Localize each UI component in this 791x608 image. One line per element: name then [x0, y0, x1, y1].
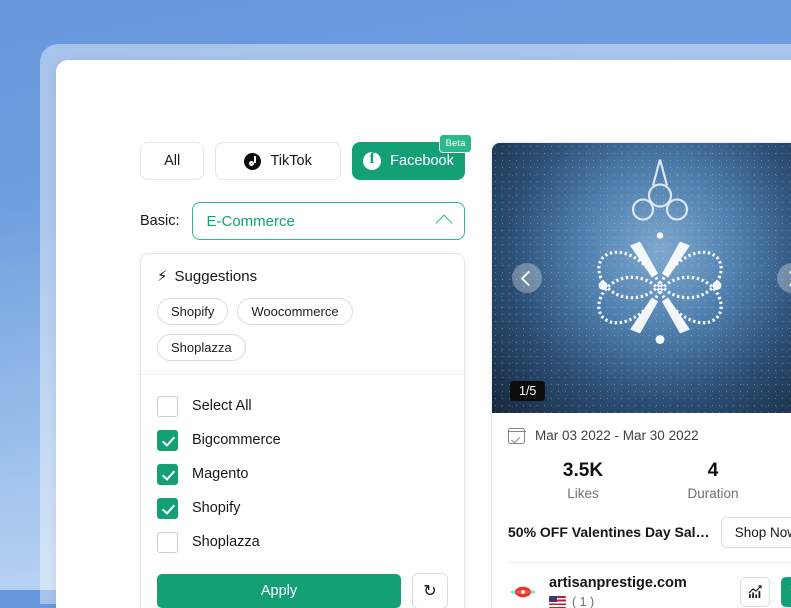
suggestion-chip[interactable]: Woocommerce: [237, 298, 353, 325]
site-count: ( 1 ): [572, 594, 595, 608]
tab-facebook[interactable]: Facebook Beta: [352, 134, 473, 180]
ad-promo-row: 50% OFF Valentines Day Sale… Shop Now: [492, 516, 791, 562]
option-row-select-all[interactable]: Select All: [157, 389, 448, 423]
stat-duration: 4 Duration: [658, 459, 768, 501]
star-icon[interactable]: ★: [781, 576, 791, 607]
option-label: Magento: [192, 466, 249, 482]
bar-chart-trend-glyph: [748, 585, 762, 598]
ad-site-row: artisanprestige.com ( 1 ): [492, 563, 791, 608]
option-row-bigcommerce[interactable]: Bigcommerce: [157, 423, 448, 457]
checkbox-magento[interactable]: [157, 463, 178, 485]
pendant-image: [596, 159, 723, 345]
checkbox-select-all[interactable]: [157, 395, 178, 417]
checkbox-shopify[interactable]: [157, 497, 178, 519]
category-select-value: E-Commerce: [206, 212, 295, 230]
stat-label: Duration: [687, 485, 739, 501]
ad-media: 1/5: [492, 143, 791, 413]
ad-date-range: Mar 03 2022 - Mar 30 2022: [535, 428, 699, 443]
shop-now-button[interactable]: Shop Now: [720, 516, 791, 548]
suggestion-chip[interactable]: Shopify: [157, 298, 229, 325]
filter-panel: All TikTok Facebook Beta Basic: E-Commer…: [140, 134, 473, 608]
basic-label: Basic:: [140, 213, 180, 229]
bolt-icon: ⚡: [157, 268, 168, 285]
category-dropdown-panel: ⚡ Suggestions Shopify Woocommerce Shopla…: [140, 253, 465, 608]
option-label: Select All: [192, 398, 252, 414]
category-select[interactable]: E-Commerce: [191, 202, 465, 240]
lips-logo: [509, 586, 537, 598]
calendar-check-icon: [507, 427, 526, 444]
site-subrow: ( 1 ): [549, 595, 729, 608]
tab-all[interactable]: All: [140, 142, 205, 180]
refresh-glyph: ↻: [423, 583, 437, 600]
option-checkbox-list: Select All Bigcommerce Magento Shopify S…: [141, 375, 464, 563]
basic-filter-row: Basic: E-Commerce: [140, 202, 465, 240]
refresh-icon[interactable]: ↻: [412, 573, 448, 608]
checkbox-shoplazza[interactable]: [157, 531, 178, 553]
suggestions-header: ⚡ Suggestions: [157, 268, 448, 285]
chevron-up-icon: [435, 214, 453, 232]
tab-all-label: All: [164, 153, 181, 169]
analytics-icon[interactable]: [740, 576, 770, 607]
app-surface: All TikTok Facebook Beta Basic: E-Commer…: [56, 60, 791, 608]
tab-tiktok-label: TikTok: [270, 153, 312, 169]
suggestions-title: Suggestions: [174, 268, 258, 285]
suggestion-chip-list: Shopify Woocommerce Shoplazza: [157, 298, 448, 361]
option-row-shoplazza[interactable]: Shoplazza: [157, 525, 448, 559]
stat-value: 4: [707, 460, 719, 481]
chevron-right-icon: [782, 270, 791, 286]
ad-stats: 3.5K Likes 4 Duration: [492, 445, 791, 517]
stat-likes: 3.5K Likes: [508, 459, 658, 501]
stat-label: Likes: [567, 485, 599, 501]
option-label: Shoplazza: [192, 534, 260, 550]
tiktok-icon: [244, 152, 262, 170]
site-meta: artisanprestige.com ( 1 ): [549, 575, 729, 608]
platform-tab-bar: All TikTok Facebook Beta: [140, 134, 473, 180]
tab-facebook-label: Facebook: [390, 153, 454, 169]
facebook-icon: [363, 150, 382, 170]
dropdown-actions: Apply ↻: [141, 563, 464, 608]
checkbox-bigcommerce[interactable]: [157, 429, 178, 451]
option-row-shopify[interactable]: Shopify: [157, 491, 448, 525]
tab-tiktok[interactable]: TikTok: [215, 142, 341, 180]
ad-promo-text: 50% OFF Valentines Day Sale…: [508, 524, 711, 541]
option-row-magento[interactable]: Magento: [157, 457, 448, 491]
suggestions-section: ⚡ Suggestions Shopify Woocommerce Shopla…: [141, 254, 464, 375]
beta-badge: Beta: [439, 134, 473, 153]
suggestion-chip[interactable]: Shoplazza: [157, 334, 246, 361]
ad-result-card: 1/5 Mar 03 2022 - Mar 30 2022 3.5K Likes…: [491, 142, 791, 608]
chevron-left-icon: [520, 270, 537, 286]
site-domain[interactable]: artisanprestige.com: [549, 575, 729, 591]
apply-button[interactable]: Apply: [157, 574, 401, 608]
prev-image-button[interactable]: [512, 263, 542, 293]
option-label: Bigcommerce: [192, 432, 281, 448]
stat-value: 3.5K: [562, 460, 604, 481]
us-flag-icon: [549, 595, 566, 608]
image-counter: 1/5: [510, 381, 546, 401]
option-label: Shopify: [192, 500, 241, 516]
ad-date-row: Mar 03 2022 - Mar 30 2022: [492, 413, 791, 445]
